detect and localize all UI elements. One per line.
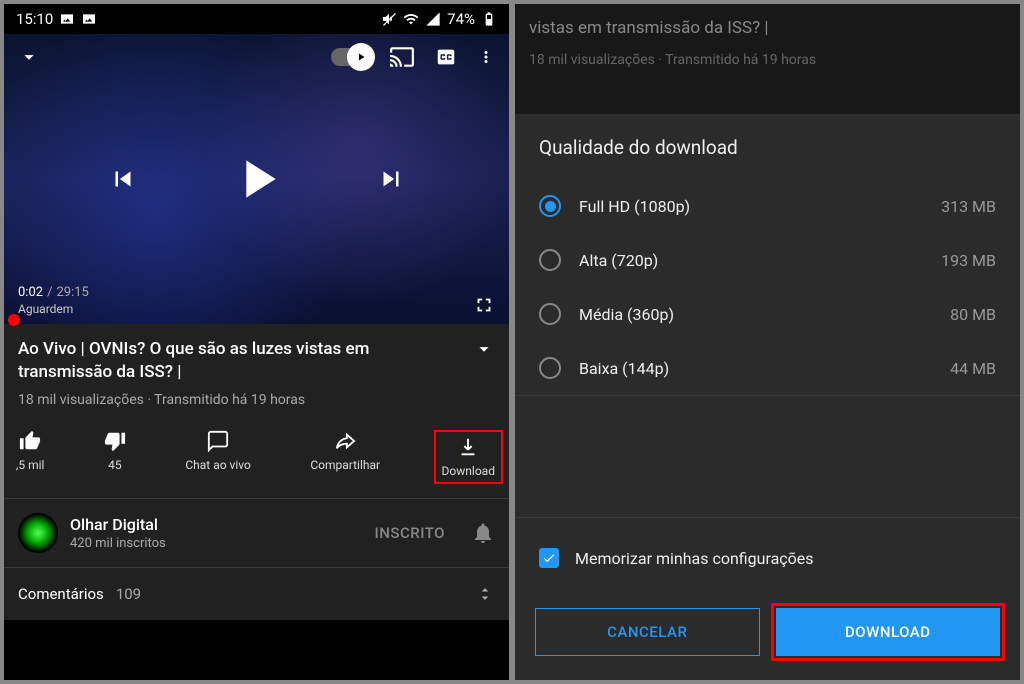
- quality-option-1080p[interactable]: Full HD (1080p) 313 MB: [525, 179, 1010, 233]
- quality-option-144p[interactable]: Baixa (144p) 44 MB: [525, 341, 1010, 395]
- download-quality-dialog: Qualidade do download Full HD (1080p) 31…: [515, 114, 1020, 680]
- battery-icon: [481, 11, 497, 27]
- chat-label: Chat ao vivo: [185, 458, 251, 472]
- video-meta: 18 mil visualizações · Transmitido há 19…: [18, 392, 495, 408]
- skip-next-icon[interactable]: [376, 164, 406, 194]
- remember-settings-row[interactable]: Memorizar minhas configurações: [515, 517, 1020, 592]
- bg-meta: 18 mil visualizações · Transmitido há 19…: [529, 50, 1006, 71]
- action-bar: ,5 mil 45 Chat ao vivo Compartilhar Down…: [4, 418, 509, 498]
- chevron-down-icon[interactable]: [18, 46, 40, 68]
- battery-text: 74%: [447, 10, 475, 28]
- fullscreen-icon[interactable]: [473, 294, 495, 316]
- quality-option-360p[interactable]: Média (360p) 80 MB: [525, 287, 1010, 341]
- unfold-icon: [475, 584, 495, 604]
- autoplay-toggle[interactable]: [331, 48, 371, 66]
- subscribe-button[interactable]: INSCRITO: [374, 524, 445, 542]
- like-count: ,5 mil: [16, 458, 44, 472]
- cast-icon[interactable]: [389, 44, 415, 70]
- live-indicator-dot: [8, 314, 20, 326]
- duration: 29:15: [56, 285, 88, 300]
- dislike-count: 45: [108, 458, 122, 472]
- play-icon[interactable]: [225, 147, 289, 211]
- wifi-icon: [403, 11, 419, 27]
- mute-icon: [381, 11, 397, 27]
- radio-icon: [539, 195, 561, 217]
- dislike-button[interactable]: 45: [98, 430, 132, 484]
- bell-icon[interactable]: [471, 521, 495, 545]
- video-player[interactable]: 0:02 / 29:15 Aguardem: [4, 34, 509, 324]
- more-vert-icon[interactable]: [477, 46, 495, 68]
- channel-subs: 420 mil inscritos: [70, 536, 362, 551]
- download-confirm-button[interactable]: DOWNLOAD: [776, 608, 1001, 656]
- chat-button[interactable]: Chat ao vivo: [179, 430, 257, 484]
- share-button[interactable]: Compartilhar: [304, 430, 386, 484]
- dialog-title: Qualidade do download: [515, 114, 1020, 179]
- cc-icon[interactable]: [433, 46, 459, 68]
- channel-name: Olhar Digital: [70, 515, 362, 534]
- phone-left: 15:10 74%: [4, 4, 509, 680]
- comments-label: Comentários: [18, 585, 104, 603]
- comments-row[interactable]: Comentários 109: [4, 568, 509, 620]
- channel-avatar: [18, 513, 58, 553]
- expand-description-icon[interactable]: [473, 338, 495, 360]
- like-button[interactable]: ,5 mil: [10, 430, 50, 484]
- cancel-button[interactable]: CANCELAR: [535, 608, 760, 656]
- picture-icon: [81, 11, 97, 27]
- checkbox-icon: [539, 548, 559, 568]
- radio-icon: [539, 357, 561, 379]
- download-label: Download: [442, 464, 495, 478]
- quality-list: Full HD (1080p) 313 MB Alta (720p) 193 M…: [515, 179, 1020, 395]
- skip-previous-icon[interactable]: [108, 164, 138, 194]
- download-button[interactable]: Download: [434, 430, 503, 484]
- phone-right: vistas em transmissão da ISS? | 18 mil v…: [515, 4, 1020, 680]
- video-info: Ao Vivo | OVNIs? O que são as luzes vist…: [4, 324, 509, 418]
- channel-row[interactable]: Olhar Digital 420 mil inscritos INSCRITO: [4, 498, 509, 568]
- current-time: 0:02: [18, 285, 43, 300]
- bg-title-fragment: vistas em transmissão da ISS? |: [529, 16, 1006, 42]
- signal-icon: [425, 11, 441, 27]
- radio-icon: [539, 303, 561, 325]
- quality-option-720p[interactable]: Alta (720p) 193 MB: [525, 233, 1010, 287]
- comments-count: 109: [116, 585, 141, 603]
- video-title: Ao Vivo | OVNIs? O que são as luzes vist…: [18, 338, 463, 384]
- status-bar: 15:10 74%: [4, 4, 509, 34]
- picture-icon: [59, 11, 75, 27]
- share-label: Compartilhar: [310, 458, 380, 472]
- waiting-text: Aguardem: [18, 302, 89, 316]
- radio-icon: [539, 249, 561, 271]
- status-time: 15:10: [16, 10, 53, 28]
- remember-label: Memorizar minhas configurações: [575, 549, 814, 568]
